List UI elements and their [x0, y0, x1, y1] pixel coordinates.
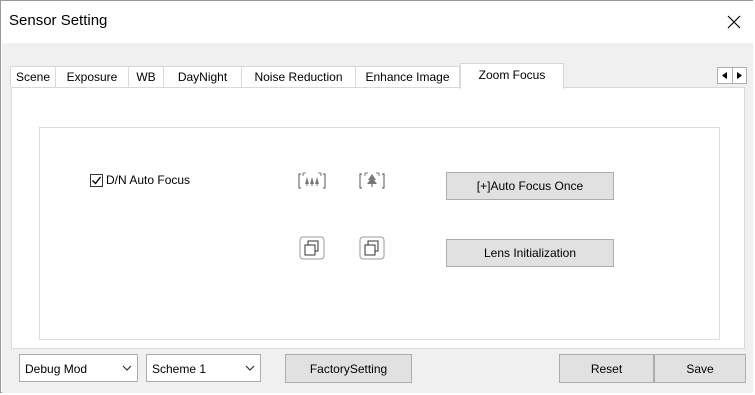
tab-zoom-focus[interactable]: Zoom Focus	[460, 63, 564, 89]
dropdown-arrow	[121, 362, 133, 377]
tab-enhance-image[interactable]: Enhance Image	[356, 66, 460, 87]
tab-daynight[interactable]: DayNight	[164, 66, 242, 87]
checkbox-box	[90, 173, 103, 187]
scheme-select[interactable]: Scheme 1	[146, 354, 261, 382]
zoom-wide-button[interactable]	[297, 167, 327, 195]
client-area: Scene Exposure WB DayNight Noise Reducti…	[2, 43, 753, 393]
tab-panel-zoom-focus: D/N Auto Focus [+]Auto Focus Once Lens I…	[11, 87, 745, 349]
chevron-down-icon	[245, 365, 255, 371]
auto-focus-once-button[interactable]: [+]Auto Focus Once	[446, 172, 614, 200]
close-icon	[727, 15, 741, 29]
checkmark-icon	[92, 176, 102, 185]
tab-scroll-right-button[interactable]	[733, 68, 747, 83]
debug-mode-select[interactable]: Debug Mod	[19, 354, 138, 382]
zoom-tele-icon	[359, 172, 385, 189]
triangle-left-icon	[721, 72, 727, 79]
tab-exposure[interactable]: Exposure	[56, 66, 129, 87]
window-title: Sensor Setting	[9, 12, 108, 29]
save-button[interactable]: Save	[654, 354, 746, 383]
chevron-down-icon	[122, 365, 132, 371]
triangle-right-icon	[737, 72, 743, 79]
tab-scroll	[717, 67, 747, 84]
focus-far-button[interactable]	[357, 234, 387, 262]
tab-wb[interactable]: WB	[129, 66, 164, 87]
zoom-tele-button[interactable]	[357, 167, 387, 195]
reset-button[interactable]: Reset	[559, 354, 654, 383]
debug-mode-value: Debug Mod	[25, 362, 88, 376]
dn-auto-focus-checkbox[interactable]: D/N Auto Focus	[90, 173, 190, 187]
focus-near-button[interactable]	[297, 234, 327, 262]
zoom-wide-icon	[298, 172, 326, 189]
title-bar: Sensor Setting	[1, 1, 754, 43]
tab-scene[interactable]: Scene	[10, 66, 56, 87]
window-restore-icon	[359, 236, 385, 260]
factory-setting-button[interactable]: FactorySetting	[285, 354, 412, 383]
close-button[interactable]	[714, 1, 754, 43]
tab-scroll-left-button[interactable]	[718, 68, 733, 83]
zoom-focus-group: D/N Auto Focus [+]Auto Focus Once Lens I…	[39, 127, 720, 340]
sensor-setting-window: Sensor Setting Scene Exposure WB DayNigh…	[0, 0, 754, 393]
dropdown-arrow	[244, 362, 256, 377]
scheme-value: Scheme 1	[152, 362, 207, 376]
bottom-bar: Debug Mod Scheme 1 FactorySetting Reset …	[2, 351, 753, 387]
dn-auto-focus-label: D/N Auto Focus	[106, 173, 191, 187]
window-restore-icon	[299, 236, 325, 260]
lens-initialization-button[interactable]: Lens Initialization	[446, 239, 614, 267]
tab-noise-reduction[interactable]: Noise Reduction	[242, 66, 356, 87]
